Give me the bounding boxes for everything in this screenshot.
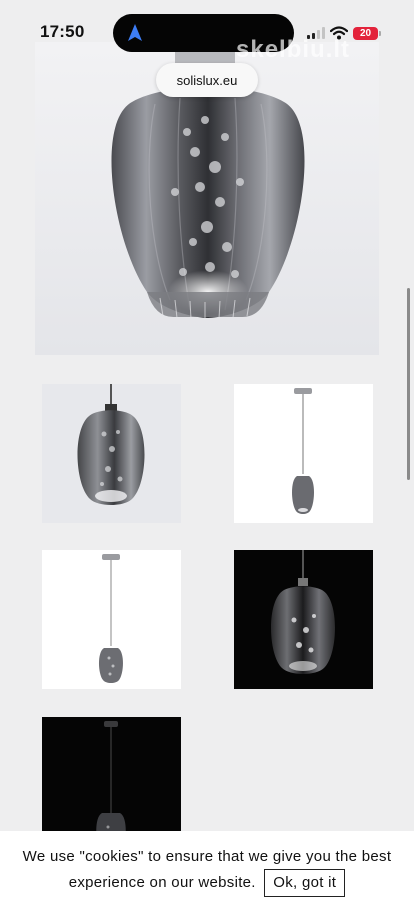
thumbnail-lamp-dark-bg[interactable] xyxy=(234,550,373,689)
thumbnail-image xyxy=(234,384,373,523)
battery-level: 20 xyxy=(359,27,372,39)
product-gallery-page: 17:50 20 skelbiu.lt solislux.eu We use "… xyxy=(0,0,414,900)
thumbnail-lamp-closeup[interactable] xyxy=(42,384,181,523)
navigation-arrow-icon xyxy=(128,24,142,41)
thumbnail-lamp-white-bg-2[interactable] xyxy=(42,550,181,689)
cookie-message-line2: experience on our website. xyxy=(68,874,256,891)
status-bar: 17:50 20 skelbiu.lt xyxy=(0,0,414,66)
site-watermark: skelbiu.lt xyxy=(236,36,351,63)
accept-cookies-button[interactable]: Ok, got it xyxy=(264,869,346,897)
thumbnail-image xyxy=(42,550,181,689)
cookie-message-line1: We use "cookies" to ensure that we give … xyxy=(22,848,392,865)
page-scrollbar[interactable] xyxy=(407,288,410,480)
cookie-consent-banner: We use "cookies" to ensure that we give … xyxy=(0,831,414,900)
status-time: 17:50 xyxy=(40,22,85,41)
battery-icon: 20 xyxy=(353,26,381,40)
thumbnail-lamp-white-bg[interactable] xyxy=(234,384,373,523)
thumbnail-image xyxy=(42,384,181,523)
url-bar[interactable]: solislux.eu xyxy=(156,63,258,97)
thumbnail-image xyxy=(234,550,373,689)
url-text: solislux.eu xyxy=(176,72,238,88)
cookie-message: We use "cookies" to ensure that we give … xyxy=(0,845,414,897)
